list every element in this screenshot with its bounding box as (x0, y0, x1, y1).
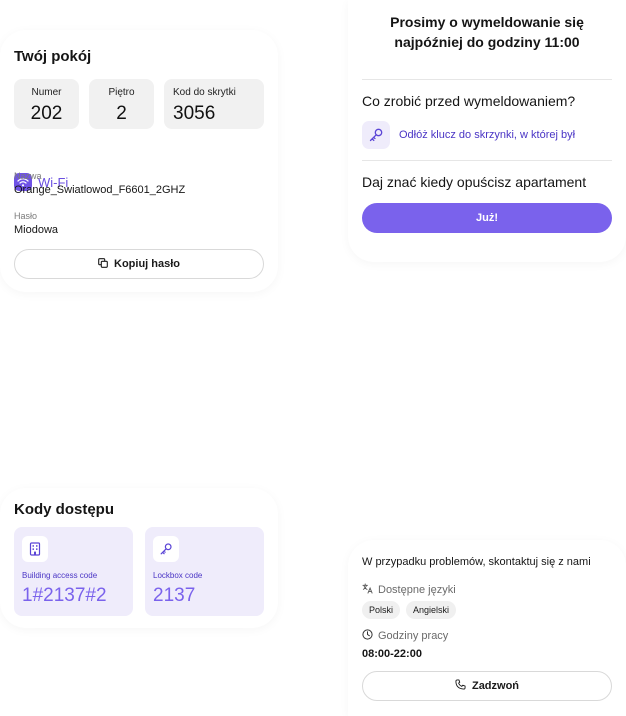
copy-icon (98, 257, 108, 271)
key-icon (153, 536, 179, 562)
lockbox-code-value: 2137 (153, 585, 196, 606)
checkout-deadline-title: Prosimy o wymeldowanie się najpóźniej do… (348, 12, 626, 52)
before-checkout-heading: Co zrobić przed wymeldowaniem? (362, 93, 576, 109)
done-button[interactable]: Już! (362, 203, 612, 233)
checkout-card: Prosimy o wymeldowanie się najpóźniej do… (348, 0, 626, 262)
translate-icon (362, 583, 373, 597)
building-icon (22, 536, 48, 562)
clock-icon (362, 629, 373, 643)
contact-card: W przypadku problemów, skontaktuj się z … (348, 540, 626, 716)
building-code-label: Building access code (22, 571, 98, 580)
password-value: Miodowa (14, 224, 59, 236)
floor-label: Piętro (108, 87, 135, 98)
copy-password-label: Kopiuj hasło (114, 258, 180, 270)
checkout-task-text: Odłóż klucz do skrzynki, w której był (399, 129, 576, 141)
checkout-title-line-2: najpóźniej do godziny 11:00 (394, 34, 580, 50)
language-chip: Polski (362, 601, 401, 619)
network-name-label: Nazwa (14, 171, 42, 181)
network-name-value: Orange_Swiatlowod_F6601_2GHZ (14, 184, 186, 196)
working-hours: 08:00-22:00 (362, 648, 422, 660)
room-card-title: Twój pokój (14, 48, 92, 65)
call-button-label: Zadzwoń (471, 680, 520, 692)
password-label: Hasło (14, 211, 38, 221)
building-code-tile: Building access code 1#2137#2 (14, 527, 133, 616)
lockbox-value: 3056 (173, 103, 216, 124)
checkout-task-item: Odłóż klucz do skrzynki, w której był (362, 121, 575, 149)
room-number-label: Numer (31, 87, 62, 98)
access-codes-title: Kody dostępu (14, 501, 114, 518)
divider (362, 160, 612, 161)
notify-departure-heading: Daj znać kiedy opuścisz apartament (362, 174, 587, 190)
lockbox-tile: Kod do skrytki 3056 (164, 79, 264, 129)
lockbox-code-tile: Lockbox code 2137 (145, 527, 264, 616)
building-code-value: 1#2137#2 (22, 585, 107, 606)
divider (362, 79, 612, 80)
copy-password-button[interactable]: Kopiuj hasło (14, 249, 264, 279)
checkout-title-line-1: Prosimy o wymeldowanie się (390, 14, 584, 30)
hours-row: Godziny pracy (362, 629, 448, 643)
floor-tile: Piętro 2 (89, 79, 154, 129)
languages-label: Dostępne języki (378, 584, 456, 596)
key-icon (362, 121, 390, 149)
language-chip: Angielski (406, 601, 457, 619)
call-button[interactable]: Zadzwoń (362, 671, 612, 701)
floor-value: 2 (116, 103, 127, 124)
languages-row: Dostępne języki (362, 583, 456, 597)
room-card: Twój pokój Numer 202 Piętro 2 Kod do skr… (0, 30, 278, 292)
phone-icon (455, 679, 466, 693)
lockbox-label: Kod do skrytki (173, 87, 236, 98)
lockbox-code-label: Lockbox code (153, 571, 203, 580)
contact-title: W przypadku problemów, skontaktuj się z … (362, 556, 591, 568)
room-number-tile: Numer 202 (14, 79, 79, 129)
access-codes-card: Kody dostępu Building access code 1#2137… (0, 488, 278, 628)
room-number-value: 202 (30, 103, 63, 124)
hours-label: Godziny pracy (378, 630, 449, 642)
